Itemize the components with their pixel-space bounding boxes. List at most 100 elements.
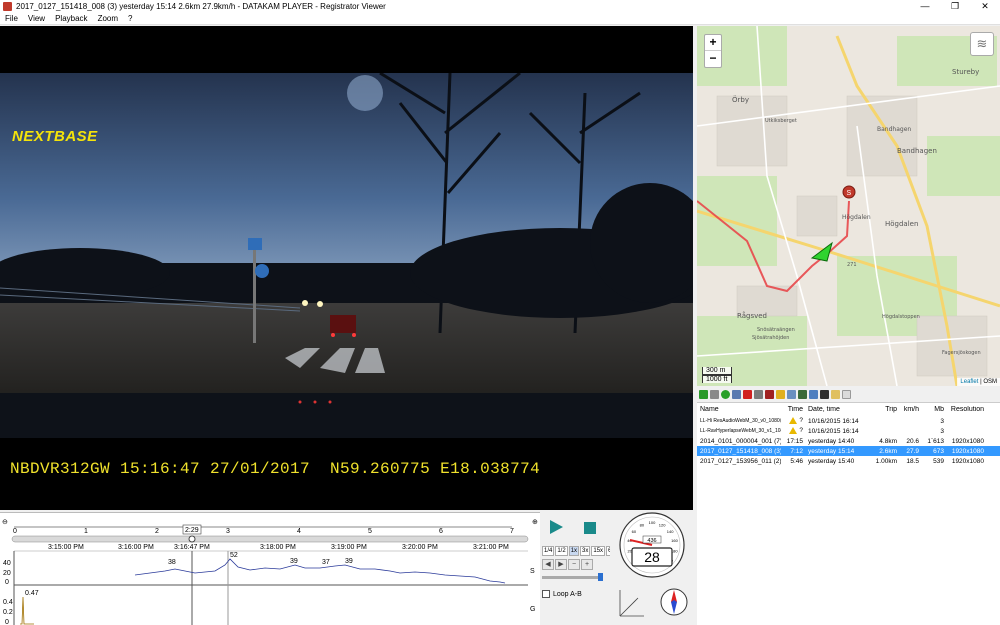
table-row-selected[interactable]: 2017_0127_151418_008 (3) 7:12 yesterday … bbox=[697, 446, 1000, 456]
map-label: Fagersjöskogen bbox=[942, 350, 981, 356]
speed-option[interactable]: 1/2 bbox=[555, 546, 568, 556]
file-date: yesterday 15:14 bbox=[808, 447, 855, 455]
menu-help[interactable]: ? bbox=[123, 14, 137, 23]
zoom-in-icon[interactable]: + bbox=[581, 559, 593, 570]
folder-icon[interactable] bbox=[787, 390, 796, 399]
delete-icon[interactable] bbox=[743, 390, 752, 399]
window-controls: — ❐ ✕ bbox=[910, 0, 1000, 13]
menu-file[interactable]: File bbox=[0, 14, 23, 23]
speed-option[interactable]: 15x bbox=[591, 546, 606, 556]
clock-tick: 3:19:00 PM bbox=[331, 544, 367, 551]
file-date: yesterday 14:40 bbox=[808, 437, 855, 445]
speed-label: 37 bbox=[322, 559, 330, 566]
g-force-label: 0.47 bbox=[25, 590, 39, 597]
close-icon[interactable]: ✕ bbox=[970, 0, 1000, 13]
add-icon[interactable] bbox=[699, 390, 708, 399]
play-button[interactable] bbox=[550, 520, 563, 534]
map-zoom-in-button[interactable]: + bbox=[705, 35, 721, 51]
zoom-out-icon[interactable]: ⊖ bbox=[2, 519, 8, 526]
column-header-resolution[interactable]: Resolution bbox=[944, 406, 984, 413]
globe-icon[interactable] bbox=[809, 390, 818, 399]
file-name: 2017_0127_151418_008 (3) bbox=[700, 447, 781, 455]
column-header-time[interactable]: Time bbox=[781, 406, 806, 413]
minute-tick: 6 bbox=[439, 528, 443, 535]
video-panel[interactable]: NEXTBASE NBDVR312GW 15:16:47 27/01/2017 … bbox=[0, 26, 693, 510]
minimize-icon[interactable]: — bbox=[910, 0, 940, 13]
file-date: 10/16/2015 16:14 bbox=[808, 417, 859, 425]
speed-line bbox=[134, 558, 506, 584]
minute-tick: 5 bbox=[368, 528, 372, 535]
minute-tick: 3 bbox=[226, 528, 230, 535]
step-forward-icon[interactable]: ▶ bbox=[555, 559, 567, 570]
volume-slider-knob[interactable] bbox=[598, 573, 603, 581]
loop-ab[interactable]: Loop A-B bbox=[542, 590, 582, 598]
speed-option[interactable]: 3x bbox=[580, 546, 591, 556]
map-panel[interactable]: S Stureby Örby Bandhagen Bandhagen Högda… bbox=[697, 26, 1000, 386]
zoom-in-icon[interactable]: ⊕ bbox=[532, 519, 538, 526]
window-title: 2017_0127_151418_008 (3) yesterday 15:14… bbox=[16, 2, 386, 11]
leaflet-link[interactable]: Leaflet bbox=[960, 379, 978, 385]
menu-view[interactable]: View bbox=[23, 14, 50, 23]
loop-ab-checkbox[interactable] bbox=[542, 590, 550, 598]
speed-option-selected[interactable]: 1x bbox=[568, 546, 580, 556]
open-folder-icon[interactable] bbox=[831, 390, 840, 399]
remove-icon[interactable] bbox=[710, 390, 719, 399]
column-header-name[interactable]: Name bbox=[697, 406, 781, 413]
settings-icon[interactable] bbox=[820, 390, 829, 399]
table-row[interactable]: LL-RavHyperlapseWebM_30_v1_1080... ? 10/… bbox=[697, 426, 1000, 436]
export-icon[interactable] bbox=[776, 390, 785, 399]
step-back-icon[interactable]: ◀ bbox=[542, 559, 554, 570]
timeline-graph[interactable]: ⊖ ⊕ 0 1 2 3 4 5 6 7 2:29 3:15:00 PM 3:16… bbox=[0, 513, 540, 625]
refresh-icon[interactable] bbox=[721, 390, 730, 399]
file-resolution: 1920x1080 bbox=[951, 457, 984, 465]
speed-readout: 28 bbox=[644, 549, 660, 565]
menu-playback[interactable]: Playback bbox=[50, 14, 92, 23]
gauge-scale-label: 60 bbox=[632, 529, 637, 534]
timeline-panel[interactable]: ⊖ ⊕ 0 1 2 3 4 5 6 7 2:29 3:15:00 PM 3:16… bbox=[0, 512, 540, 625]
map-zoom-out-button[interactable]: − bbox=[705, 51, 721, 67]
file-date: yesterday 15:40 bbox=[808, 457, 855, 465]
map-icon[interactable] bbox=[798, 390, 807, 399]
stop-button[interactable] bbox=[584, 522, 596, 534]
speed-option[interactable]: 1/4 bbox=[542, 546, 555, 556]
table-row[interactable]: LL-Hi ResAudioWebM_30_v0_1080i_... ? 10/… bbox=[697, 416, 1000, 426]
minute-tick: 7 bbox=[510, 528, 514, 535]
file-trip: 1.00km bbox=[875, 457, 897, 465]
frame-nav-buttons: ◀ ▶ − + bbox=[542, 559, 594, 570]
file-resolution: 1920x1080 bbox=[951, 437, 984, 445]
file-time: ? bbox=[781, 417, 806, 425]
table-row[interactable]: 2017_0127_153956_011 (2) 5:46 yesterday … bbox=[697, 456, 1000, 466]
loop-ab-label: Loop A-B bbox=[553, 590, 582, 598]
map-zoom-control: + − bbox=[704, 34, 722, 68]
minute-tick: 1 bbox=[84, 528, 88, 535]
clock-tick: 3:18:00 PM bbox=[260, 544, 296, 551]
column-header-trip[interactable]: Trip bbox=[869, 406, 897, 413]
column-header-kmh[interactable]: km/h bbox=[897, 406, 919, 413]
column-header-mb[interactable]: Mb bbox=[919, 406, 944, 413]
menu-zoom[interactable]: Zoom bbox=[93, 14, 123, 23]
zoom-out-icon[interactable]: − bbox=[568, 559, 580, 570]
playhead-knob[interactable] bbox=[188, 535, 196, 543]
document-icon[interactable] bbox=[842, 390, 851, 399]
speed-graph-label: S bbox=[530, 568, 535, 575]
file-name: 2014_0101_000004_001 (7) bbox=[700, 437, 781, 445]
layers-icon[interactable]: ≋ bbox=[970, 32, 994, 56]
file-time: 17:15 bbox=[786, 437, 803, 445]
clock-tick: 3:21:00 PM bbox=[473, 544, 509, 551]
table-row[interactable]: 2014_0101_000004_001 (7) 17:15 yesterday… bbox=[697, 436, 1000, 446]
g-axis-label: 0.2 bbox=[3, 609, 13, 616]
map-canvas[interactable]: S Stureby Örby Bandhagen Bandhagen Högda… bbox=[697, 26, 1000, 386]
copy-icon[interactable] bbox=[732, 390, 741, 399]
file-time: 5:46 bbox=[790, 457, 803, 465]
minute-tick: 4 bbox=[297, 528, 301, 535]
record-icon[interactable] bbox=[765, 390, 774, 399]
orientation-icon bbox=[619, 590, 644, 617]
title-bar: 2017_0127_151418_008 (3) yesterday 15:14… bbox=[0, 0, 1000, 13]
column-header-date[interactable]: Date, time bbox=[806, 406, 869, 413]
save-icon[interactable] bbox=[754, 390, 763, 399]
volume-slider[interactable] bbox=[542, 576, 602, 579]
warning-icon bbox=[789, 427, 798, 435]
speed-label: 52 bbox=[230, 552, 238, 559]
timeline-scrollbar[interactable] bbox=[11, 535, 529, 543]
restore-icon[interactable]: ❐ bbox=[940, 0, 970, 13]
